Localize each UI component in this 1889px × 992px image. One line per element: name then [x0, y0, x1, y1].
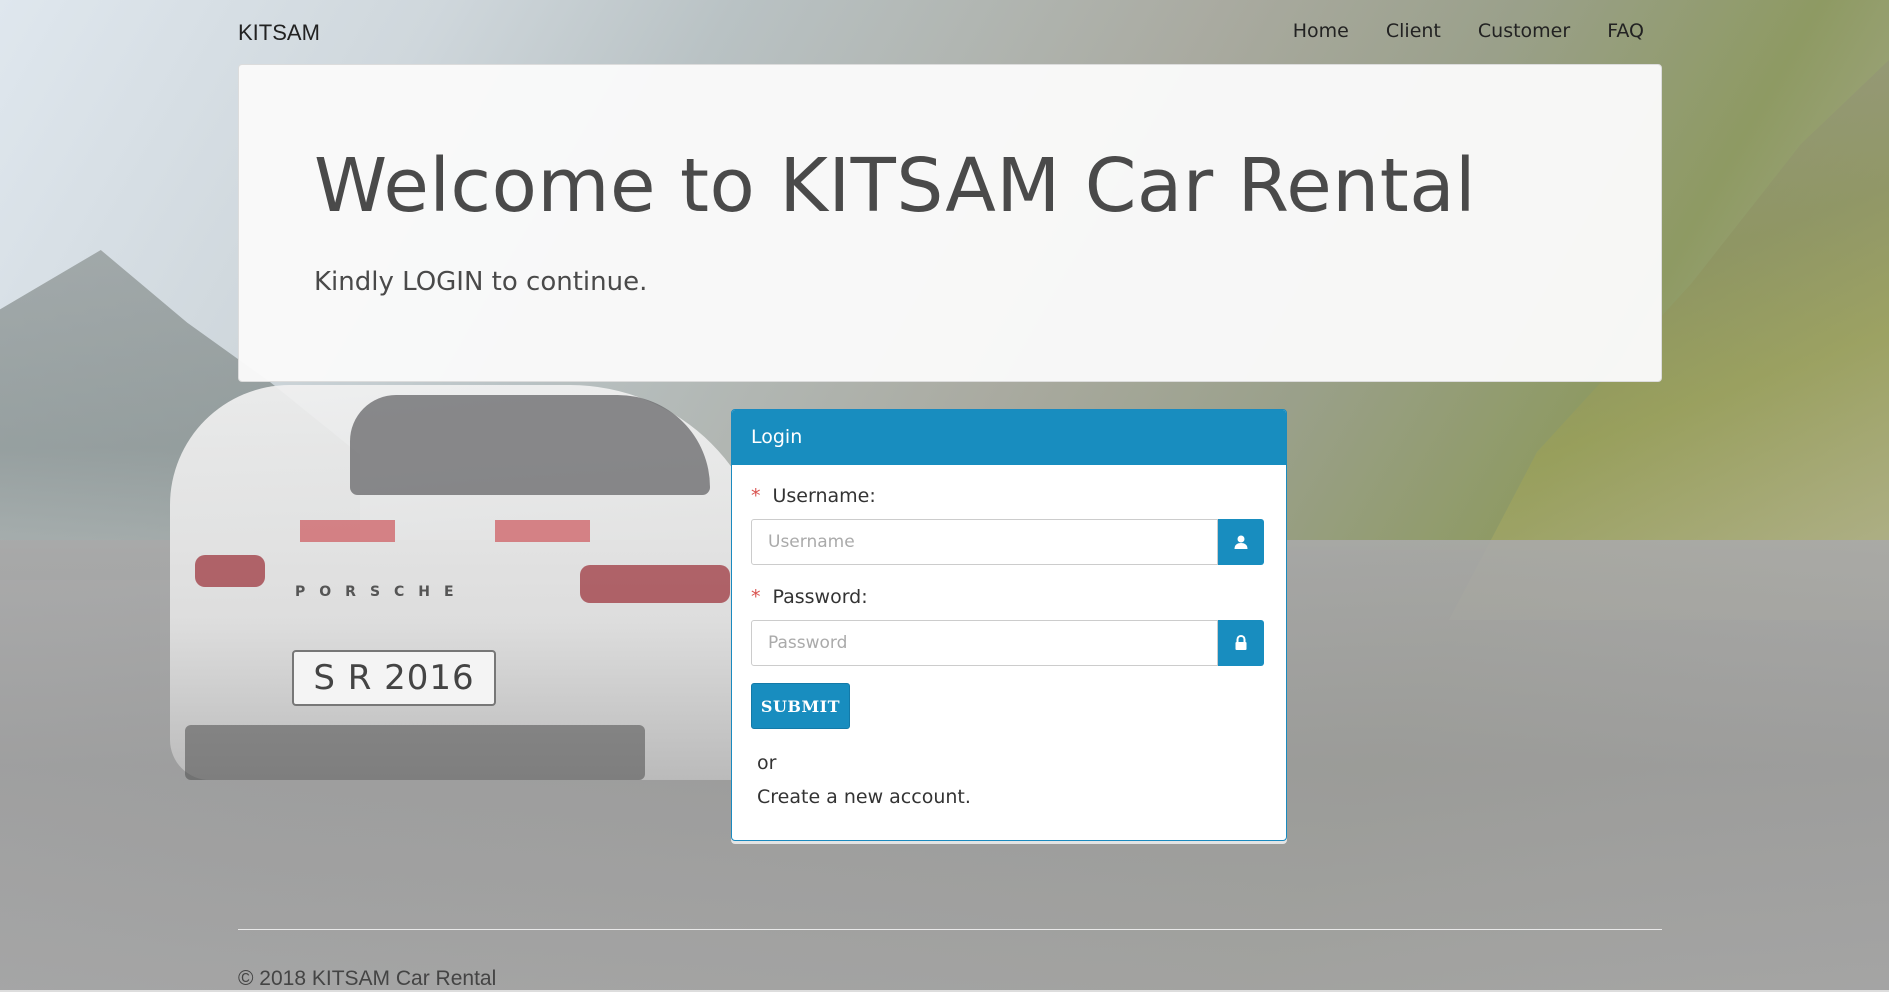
password-label-text: Password:: [772, 586, 868, 608]
or-text: or: [757, 752, 777, 774]
page-subtitle: Kindly LOGIN to continue.: [314, 267, 648, 297]
background-car-window: [350, 395, 710, 495]
navbar: KITSAM Home Client Customer FAQ: [238, 0, 1662, 64]
background-car-taillight: [580, 565, 730, 603]
user-icon: [1218, 519, 1264, 565]
jumbotron: Welcome to KITSAM Car Rental Kindly LOGI…: [238, 64, 1662, 382]
nav-links: Home Client Customer FAQ: [1293, 20, 1644, 42]
footer-divider: [238, 929, 1662, 930]
background-car-stripe: [300, 520, 395, 542]
username-group: [751, 519, 1264, 565]
page-title: Welcome to KITSAM Car Rental: [314, 143, 1477, 229]
nav-home[interactable]: Home: [1293, 20, 1349, 42]
required-marker: *: [751, 485, 761, 507]
brand-link[interactable]: KITSAM: [238, 20, 320, 46]
login-heading: Login: [732, 410, 1286, 465]
password-group: [751, 620, 1264, 666]
background-car-bumper: [185, 725, 645, 780]
nav-customer[interactable]: Customer: [1478, 20, 1570, 42]
create-account-link[interactable]: Create a new account.: [757, 786, 971, 808]
nav-client[interactable]: Client: [1386, 20, 1441, 42]
login-panel: Login * Username: * Password: SUBMIT or Cr…: [731, 409, 1287, 841]
username-input[interactable]: [751, 519, 1218, 565]
username-label: * Username:: [751, 485, 876, 507]
background-car-plate: S R 2016: [292, 650, 496, 706]
nav-faq[interactable]: FAQ: [1607, 20, 1644, 42]
background-car-brand: PORSCHE: [295, 584, 468, 600]
password-label: * Password:: [751, 586, 868, 608]
lock-icon: [1218, 620, 1264, 666]
footer-copyright: © 2018 KITSAM Car Rental: [238, 967, 497, 990]
required-marker: *: [751, 586, 761, 608]
background-car-taillight: [195, 555, 265, 587]
password-input[interactable]: [751, 620, 1218, 666]
background-car-stripe: [495, 520, 590, 542]
submit-button[interactable]: SUBMIT: [751, 683, 850, 729]
username-label-text: Username:: [772, 485, 876, 507]
